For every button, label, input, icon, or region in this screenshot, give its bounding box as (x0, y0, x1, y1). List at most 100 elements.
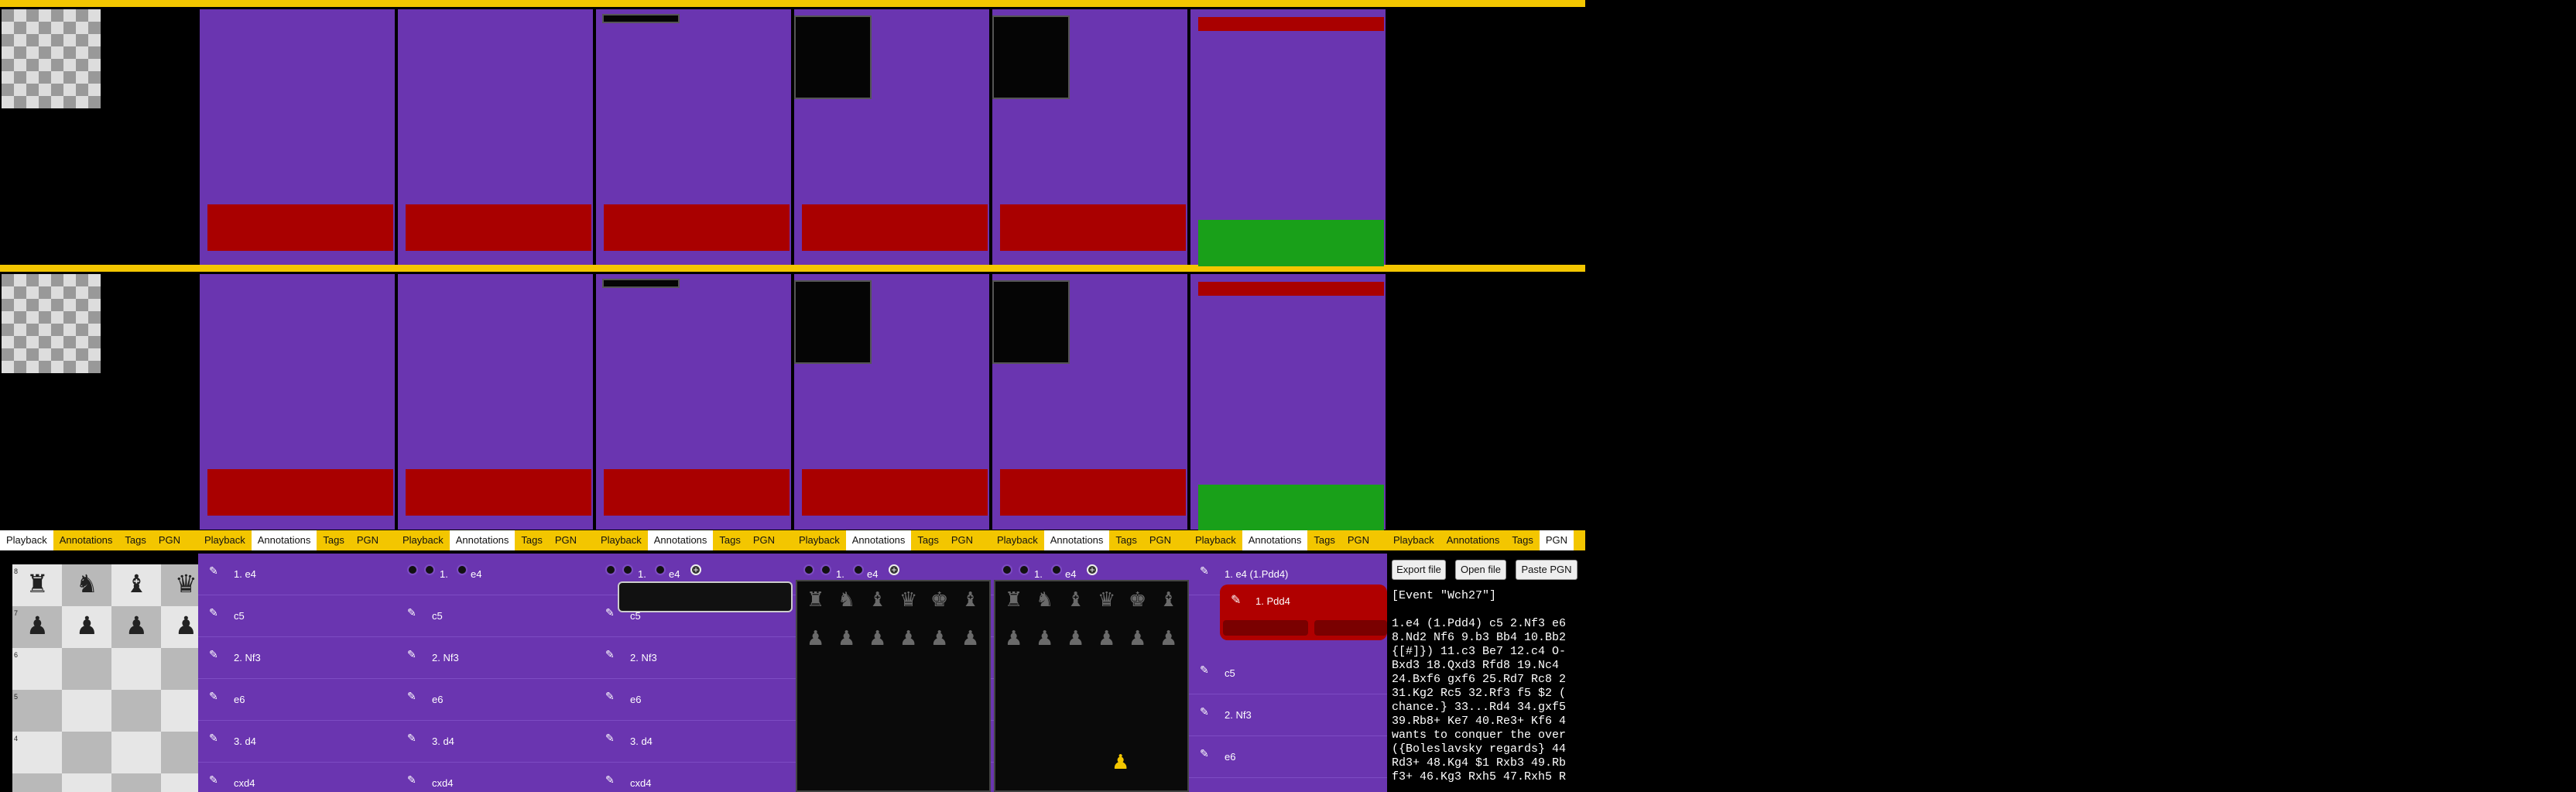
move-row-controls[interactable]: 1. e4 (396, 554, 594, 595)
edit-icon[interactable]: ✎ (605, 606, 615, 619)
black-pawn-icon[interactable]: ♟ (838, 626, 855, 650)
edit-icon[interactable]: ✎ (605, 732, 615, 745)
nav-dot-icon[interactable] (622, 564, 633, 575)
tab-pgn[interactable]: PGN (1143, 530, 1177, 550)
tab-tags[interactable]: Tags (515, 530, 548, 550)
board-square[interactable] (161, 690, 198, 732)
tab-playback[interactable]: Playback (991, 530, 1044, 550)
tab-pgn[interactable]: PGN (945, 530, 979, 550)
tab-playback[interactable]: Playback (1387, 530, 1440, 550)
plus-icon[interactable]: + (690, 564, 701, 575)
variation-box[interactable]: ✎ 1. Pdd4 (1220, 585, 1387, 640)
board-square[interactable]: ♜ (12, 564, 62, 606)
board-square[interactable] (62, 732, 111, 773)
black-pawn-icon[interactable]: ♟ (1005, 626, 1023, 650)
black-piece-icon[interactable]: ♝ (125, 571, 148, 596)
tab-pgn[interactable]: PGN (549, 530, 583, 550)
board-square[interactable]: ♞ (62, 564, 111, 606)
edit-icon[interactable]: ✎ (605, 648, 615, 661)
black-pawn-icon[interactable]: ♟ (868, 626, 886, 650)
black-piece-icon[interactable]: ♚ (1129, 588, 1146, 611)
tab-playback[interactable]: Playback (0, 530, 53, 550)
tab-playback[interactable]: Playback (793, 530, 846, 550)
tab-playback[interactable]: Playback (198, 530, 252, 550)
black-pawn-icon[interactable]: ♟ (807, 626, 824, 650)
tab-pgn[interactable]: PGN (152, 530, 187, 550)
edit-icon[interactable]: ✎ (209, 732, 218, 745)
move-row[interactable]: ✎ e6 (594, 679, 793, 721)
board-square[interactable] (62, 648, 111, 690)
nav-dot-icon[interactable] (655, 564, 666, 575)
tab-pgn[interactable]: PGN (1341, 530, 1375, 550)
black-pawn-icon[interactable]: ♟ (930, 626, 948, 650)
tab-tags[interactable]: Tags (118, 530, 152, 550)
edit-icon[interactable]: ✎ (407, 690, 416, 703)
board-square[interactable] (161, 732, 198, 773)
variation-button[interactable] (1314, 620, 1387, 636)
board-square[interactable] (62, 690, 111, 732)
board-square[interactable] (161, 648, 198, 690)
tab-annotations[interactable]: Annotations (1440, 530, 1506, 550)
nav-dot-icon[interactable] (1002, 564, 1012, 575)
nav-dot-icon[interactable] (853, 564, 864, 575)
move-row[interactable]: ✎ 1. e4 (198, 554, 396, 595)
black-pawn-icon[interactable]: ♟ (1129, 626, 1146, 650)
black-piece-icon[interactable]: ♝ (1067, 588, 1084, 611)
tab-annotations[interactable]: Annotations (449, 530, 516, 550)
paste-pgn-button[interactable]: Paste PGN (1516, 560, 1577, 580)
tab-tags[interactable]: Tags (1506, 530, 1539, 550)
board-square[interactable] (111, 773, 161, 792)
board-square[interactable]: ♛ (161, 564, 198, 606)
board-square[interactable]: ♟ (12, 606, 62, 648)
black-piece-icon[interactable]: ♝ (961, 588, 979, 611)
plus-icon[interactable]: + (889, 564, 899, 575)
nav-dot-icon[interactable] (407, 564, 418, 575)
variation-button[interactable] (1223, 620, 1308, 636)
promotion-board[interactable]: ♜ ♟ ♞ ♟ ♝ ♟ ♛ ♟ ♚ ♟ ♝ ♟ (796, 580, 991, 792)
tab-playback[interactable]: Playback (594, 530, 648, 550)
edit-icon[interactable]: ✎ (605, 773, 615, 787)
move-row[interactable]: ✎ cxd4 (198, 763, 396, 792)
board-square[interactable] (12, 732, 62, 773)
tab-annotations[interactable]: Annotations (251, 530, 317, 550)
tab-tags[interactable]: Tags (317, 530, 350, 550)
tab-annotations[interactable]: Annotations (1242, 530, 1308, 550)
board-square[interactable] (62, 773, 111, 792)
tab-annotations[interactable]: Annotations (647, 530, 714, 550)
tab-tags[interactable]: Tags (911, 530, 944, 550)
tab-playback[interactable]: Playback (396, 530, 450, 550)
pgn-text[interactable]: [Event "Wch27"] 1.e4 (1.Pdd4) c5 2.Nf3 e… (1392, 589, 1585, 784)
chess-board[interactable]: ♜ ♞ ♝ ♛ ♟ ♟ ♟ ♟ 8 7 6 5 4 (12, 564, 198, 792)
board-square[interactable] (161, 773, 198, 792)
black-piece-icon[interactable]: ♜ (807, 588, 824, 611)
board-square[interactable] (12, 690, 62, 732)
edit-icon[interactable]: ✎ (1200, 564, 1209, 578)
export-file-button[interactable]: Export file (1392, 560, 1446, 580)
move-row[interactable]: ✎ cxd4 (594, 763, 793, 792)
black-pawn-icon[interactable]: ♟ (125, 613, 148, 638)
plus-icon[interactable]: + (1087, 564, 1098, 575)
board-square[interactable] (111, 690, 161, 732)
move-input-popup[interactable] (618, 581, 793, 612)
black-piece-icon[interactable]: ♞ (76, 571, 98, 596)
tab-pgn[interactable]: PGN (1539, 530, 1574, 550)
edit-icon[interactable]: ✎ (209, 606, 218, 619)
move-row[interactable]: ✎ e6 (396, 679, 594, 721)
board-square[interactable]: ♟ (62, 606, 111, 648)
open-file-button[interactable]: Open file (1455, 560, 1506, 580)
edit-icon[interactable]: ✎ (1200, 747, 1209, 760)
black-pawn-icon[interactable]: ♟ (76, 613, 98, 638)
edit-icon[interactable]: ✎ (209, 648, 218, 661)
edit-icon[interactable]: ✎ (407, 732, 416, 745)
black-piece-icon[interactable]: ♞ (838, 588, 855, 611)
edit-icon[interactable]: ✎ (209, 773, 218, 787)
edit-icon[interactable]: ✎ (1231, 592, 1241, 608)
tab-playback[interactable]: Playback (1189, 530, 1242, 550)
tab-tags[interactable]: Tags (1307, 530, 1341, 550)
black-piece-icon[interactable]: ♝ (868, 588, 886, 611)
black-pawn-icon[interactable]: ♟ (1098, 626, 1115, 650)
board-square[interactable] (12, 773, 62, 792)
black-pawn-icon[interactable]: ♟ (1160, 626, 1177, 650)
board-square[interactable]: ♝ (111, 564, 161, 606)
black-pawn-icon[interactable]: ♟ (1067, 626, 1084, 650)
